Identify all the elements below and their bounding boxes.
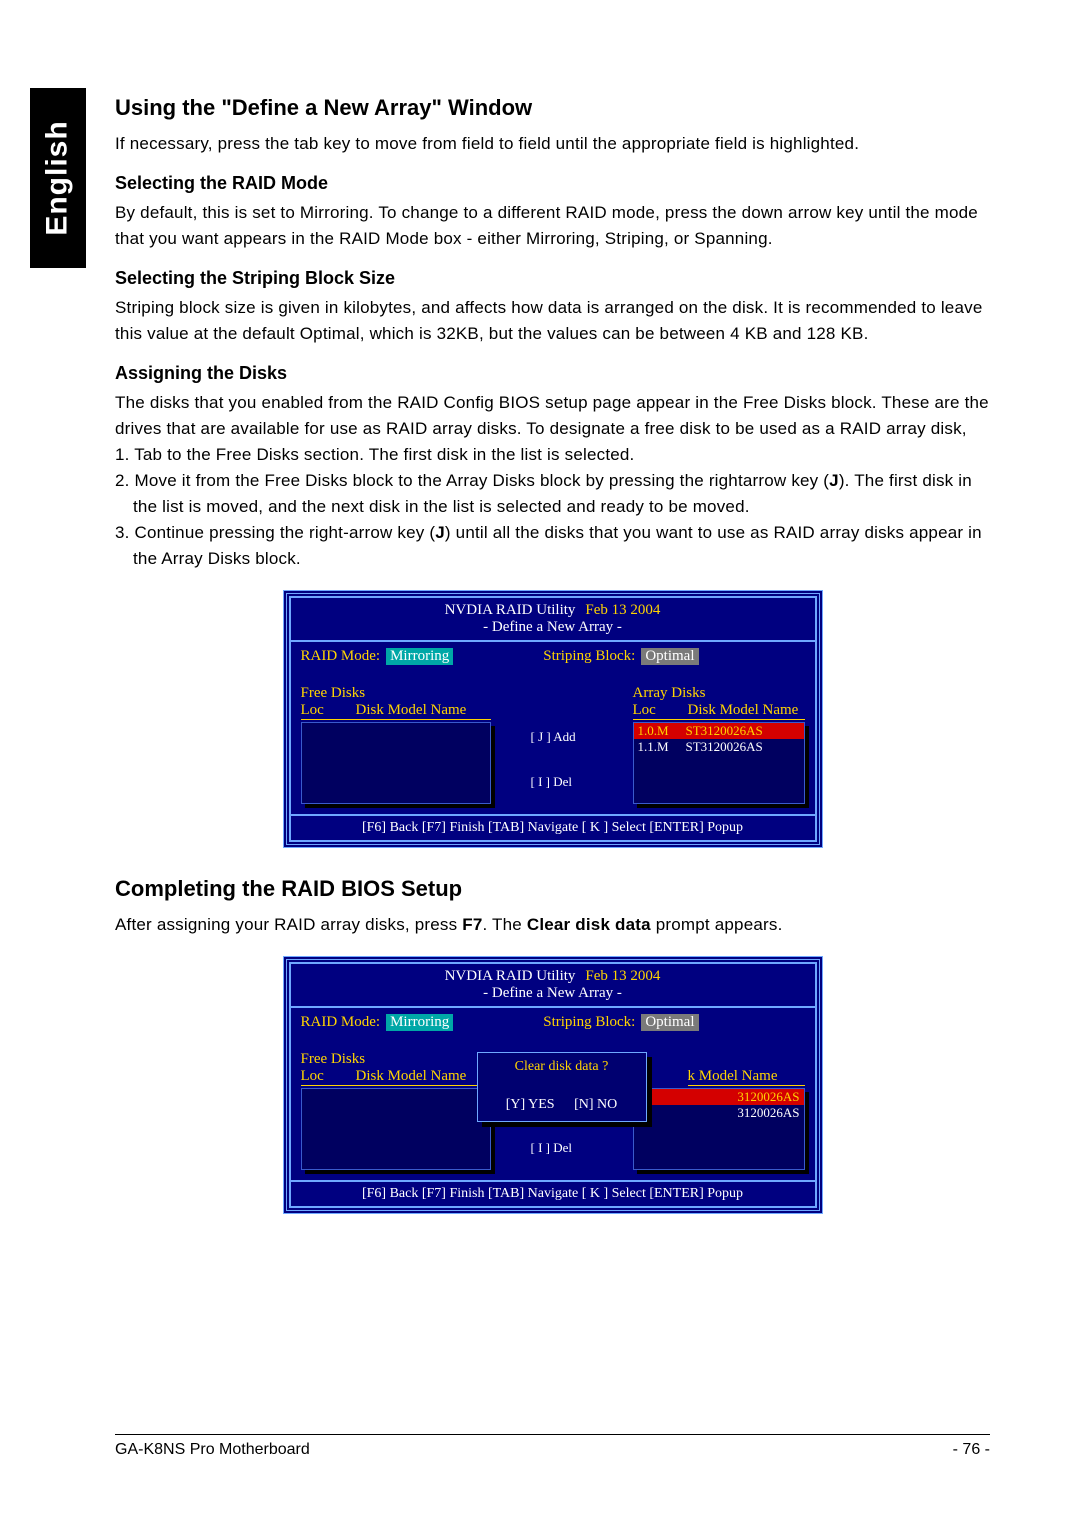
del-hint: [ I ] Del <box>531 1140 573 1156</box>
bios-date: Feb 13 2004 <box>585 602 660 619</box>
page-footer: GA-K8NS Pro Motherboard - 76 - <box>115 1434 990 1459</box>
disk-row-selected: 3120026AS <box>634 1089 804 1105</box>
bios-subtitle: - Define a New Array - <box>291 985 815 1002</box>
arrow-icon: J <box>829 471 839 490</box>
section-heading: Completing the RAID BIOS Setup <box>115 876 990 902</box>
popup-no: [N] NO <box>574 1097 617 1112</box>
col-model: Disk Model Name <box>356 702 491 720</box>
subheading-raid-mode: Selecting the RAID Mode <box>115 173 990 194</box>
disk-row: 1.1.M ST3120026AS <box>634 739 804 755</box>
paragraph: If necessary, press the tab key to move … <box>115 131 990 157</box>
bios-footer: [F6] Back [F7] Finish [TAB] Navigate [ K… <box>291 814 815 840</box>
free-disks-list <box>301 1088 491 1170</box>
list-item: 2. Move it from the Free Disks block to … <box>115 468 990 520</box>
footer-name: GA-K8NS Pro Motherboard <box>115 1441 803 1459</box>
array-disks-header: Array Disks <box>633 685 805 702</box>
raid-mode-value: Mirroring <box>386 1014 453 1031</box>
paragraph: Striping block size is given in kilobyte… <box>115 295 990 347</box>
bios-date: Feb 13 2004 <box>585 968 660 985</box>
free-disks-list <box>301 722 491 804</box>
bios-subtitle: - Define a New Array - <box>291 619 815 636</box>
array-disks-list: 1.0.M ST3120026AS 1.1.M ST3120026AS <box>633 722 805 804</box>
raid-mode-value: Mirroring <box>386 648 453 665</box>
language-tab: English <box>30 88 86 268</box>
list-item: 3. Continue pressing the right-arrow key… <box>115 520 990 572</box>
disk-row: 3120026AS <box>634 1105 804 1121</box>
striping-block-label: Striping Block: <box>543 648 635 665</box>
bios-footer: [F6] Back [F7] Finish [TAB] Navigate [ K… <box>291 1180 815 1206</box>
popup-question: Clear disk data ? <box>482 1059 642 1075</box>
paragraph: The disks that you enabled from the RAID… <box>115 390 990 442</box>
del-hint: [ I ] Del <box>531 774 573 790</box>
subheading-block-size: Selecting the Striping Block Size <box>115 268 990 289</box>
clear-disk-popup: Clear disk data ? [Y] YES [N] NO <box>477 1052 647 1122</box>
section-heading: Using the "Define a New Array" Window <box>115 95 990 121</box>
col-loc: Loc <box>633 702 688 720</box>
paragraph: After assigning your RAID array disks, p… <box>115 912 990 938</box>
bios-title: NVDIA RAID Utility <box>445 968 576 985</box>
bios-screenshot-2: NVDIA RAID Utility Feb 13 2004 - Define … <box>283 956 823 1214</box>
array-disks-list: 3120026AS 3120026AS <box>633 1088 805 1170</box>
free-disks-header: Free Disks <box>301 1051 491 1068</box>
page-number: - 76 - <box>953 1441 990 1459</box>
col-loc: Loc <box>301 1068 356 1086</box>
popup-yes: [Y] YES <box>506 1097 555 1112</box>
col-loc: Loc <box>301 702 356 720</box>
col-model-partial: k Model Name <box>688 1068 805 1086</box>
bios-title: NVDIA RAID Utility <box>445 602 576 619</box>
disk-row-selected: 1.0.M ST3120026AS <box>634 723 804 739</box>
striping-block-value: Optimal <box>641 1014 698 1031</box>
list-item: 1. Tab to the Free Disks section. The fi… <box>115 442 990 468</box>
add-hint: [ J ] Add <box>531 729 576 745</box>
col-model: Disk Model Name <box>356 1068 491 1086</box>
bios-screenshot-1: NVDIA RAID Utility Feb 13 2004 - Define … <box>283 590 823 848</box>
raid-mode-label: RAID Mode: <box>301 1014 381 1031</box>
striping-block-label: Striping Block: <box>543 1014 635 1031</box>
subheading-assigning: Assigning the Disks <box>115 363 990 384</box>
raid-mode-label: RAID Mode: <box>301 648 381 665</box>
page-content: Using the "Define a New Array" Window If… <box>115 95 990 1214</box>
free-disks-header: Free Disks <box>301 685 491 702</box>
striping-block-value: Optimal <box>641 648 698 665</box>
paragraph: By default, this is set to Mirroring. To… <box>115 200 990 252</box>
language-tab-label: English <box>41 120 75 235</box>
col-model: Disk Model Name <box>688 702 805 720</box>
arrow-icon: J <box>435 523 445 542</box>
